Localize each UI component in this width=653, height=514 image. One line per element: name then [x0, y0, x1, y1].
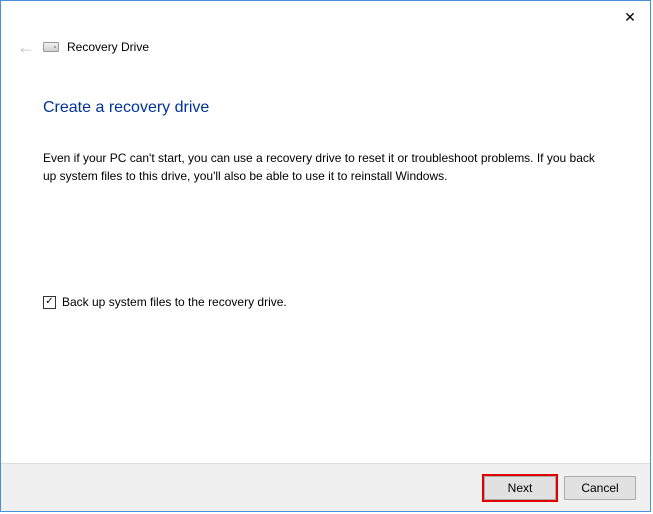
- wizard-header: ← Recovery Drive: [1, 31, 650, 59]
- recovery-drive-wizard: ✕ ← Recovery Drive Create a recovery dri…: [0, 0, 651, 512]
- back-arrow-icon: ←: [17, 38, 35, 56]
- wizard-content: Create a recovery drive Even if your PC …: [1, 59, 650, 463]
- wizard-footer: Next Cancel: [1, 463, 650, 511]
- backup-checkbox[interactable]: ✓: [43, 296, 56, 309]
- close-button[interactable]: ✕: [618, 5, 642, 29]
- page-heading: Create a recovery drive: [43, 99, 608, 117]
- cancel-button[interactable]: Cancel: [564, 476, 636, 500]
- close-icon: ✕: [624, 9, 636, 26]
- wizard-title: Recovery Drive: [67, 40, 149, 54]
- page-description: Even if your PC can't start, you can use…: [43, 149, 608, 185]
- next-button[interactable]: Next: [484, 476, 556, 500]
- checkmark-icon: ✓: [45, 297, 53, 307]
- titlebar: ✕: [1, 1, 650, 31]
- backup-checkbox-label: Back up system files to the recovery dri…: [62, 295, 287, 309]
- drive-icon: [43, 42, 59, 52]
- backup-checkbox-row: ✓ Back up system files to the recovery d…: [43, 295, 608, 309]
